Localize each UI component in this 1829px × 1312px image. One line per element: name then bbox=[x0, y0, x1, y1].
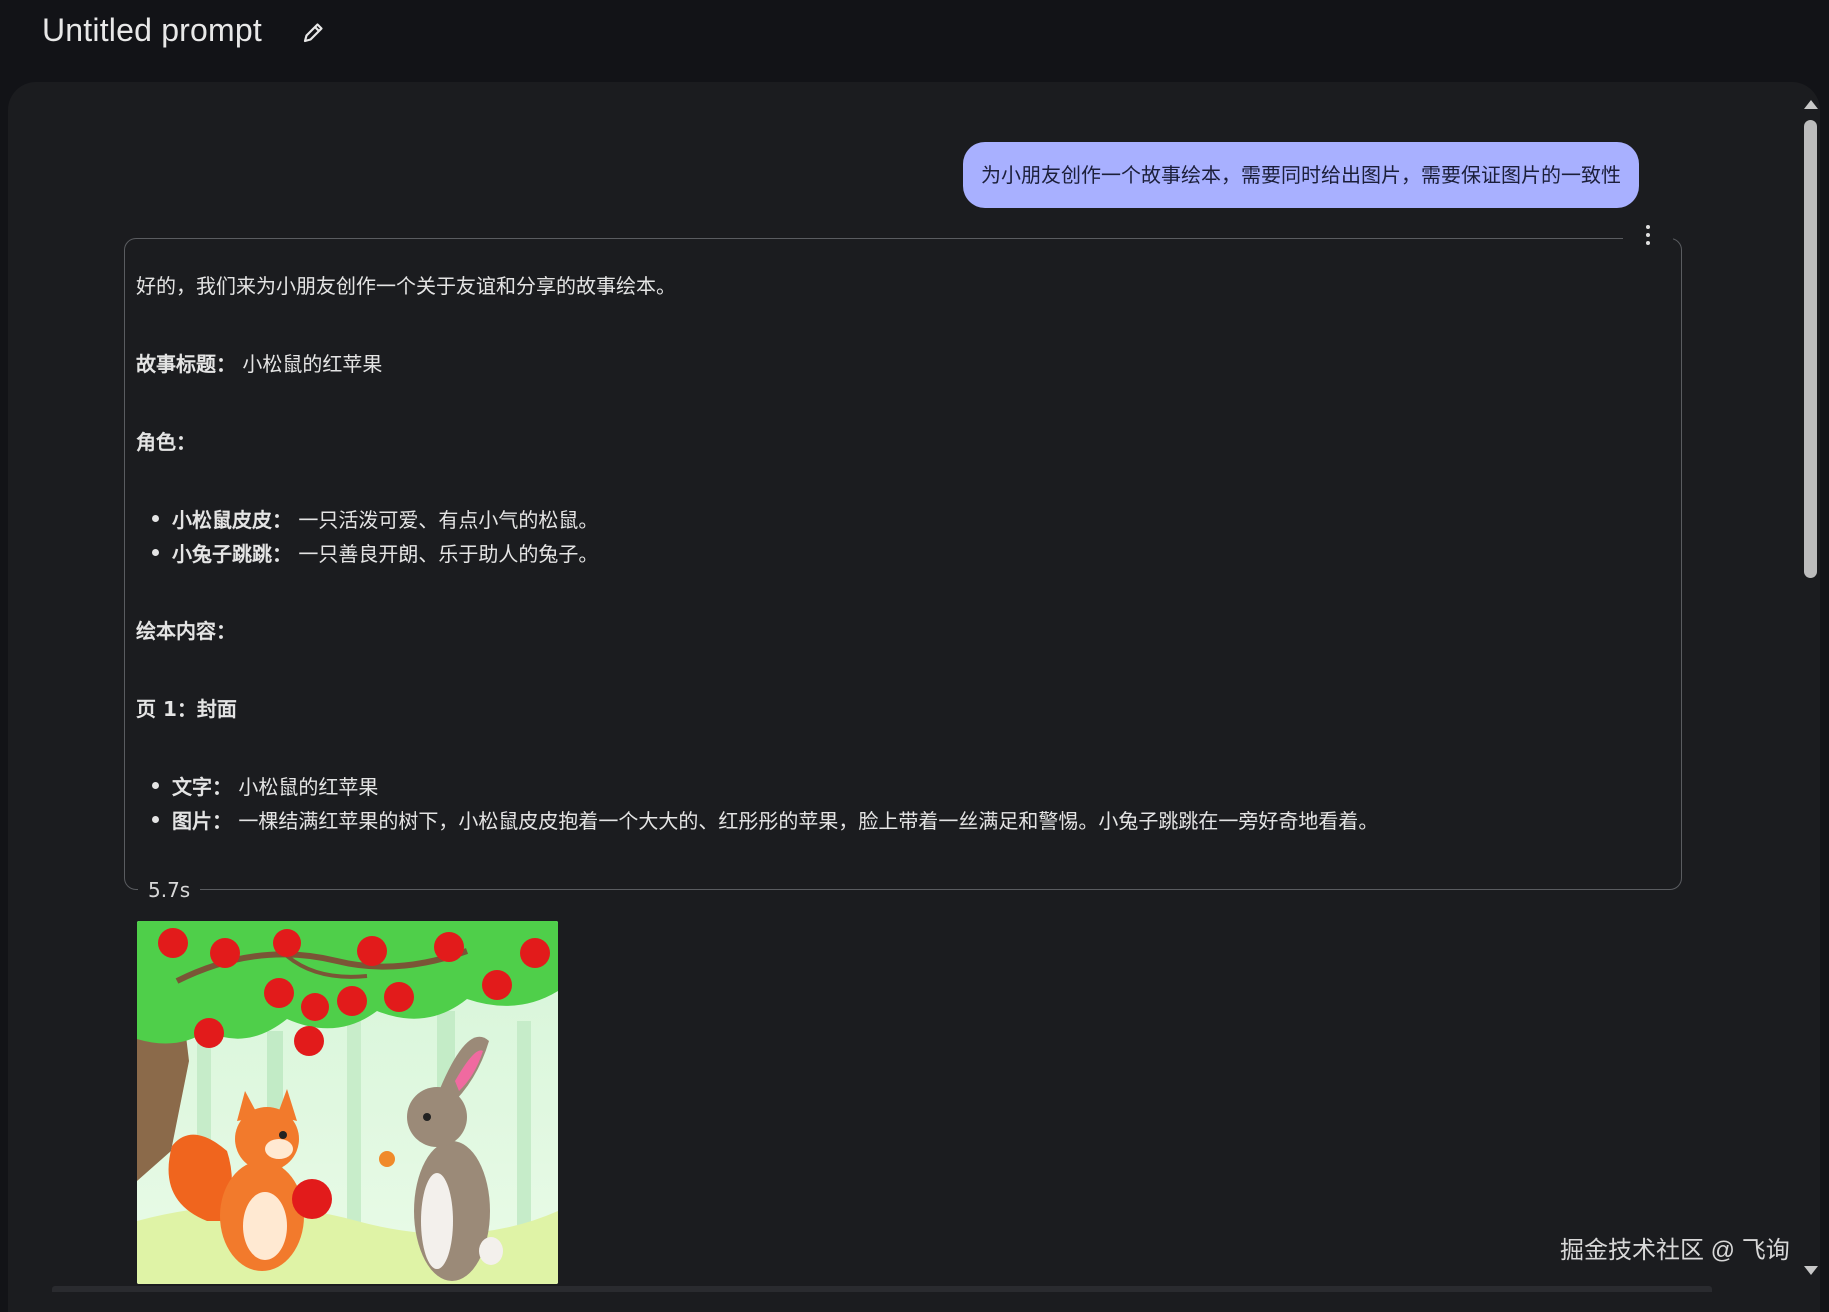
more-options-button[interactable] bbox=[1623, 220, 1673, 250]
more-vert-icon bbox=[1646, 223, 1650, 247]
character-item: 小兔子跳跳： 一只善良开朗、乐于助人的兔子。 bbox=[172, 538, 598, 567]
scroll-up-arrow-icon[interactable] bbox=[1804, 100, 1818, 109]
top-bar: Untitled prompt bbox=[0, 0, 1829, 80]
response-intro: 好的，我们来为小朋友创作一个关于友谊和分享的故事绘本。 bbox=[136, 274, 676, 298]
character-name: 小兔子跳跳： bbox=[172, 542, 292, 566]
page-item: 图片： 一棵结满红苹果的树下，小松鼠皮皮抱着一个大大的、红彤彤的苹果，脸上带着一… bbox=[172, 805, 1378, 834]
page-item-label: 图片： bbox=[172, 809, 232, 833]
page-item-text: 一棵结满红苹果的树下，小松鼠皮皮抱着一个大大的、红彤彤的苹果，脸上带着一丝满足和… bbox=[238, 809, 1379, 833]
pencil-icon bbox=[303, 23, 323, 43]
input-area-edge bbox=[52, 1286, 1712, 1292]
characters-heading: 角色： bbox=[136, 430, 196, 454]
story-title-label: 故事标题： bbox=[136, 352, 236, 376]
character-name: 小松鼠皮皮： bbox=[172, 508, 292, 532]
watermark: 掘金技术社区 @ 飞询 bbox=[1560, 1237, 1790, 1264]
page-item: 文字： 小松鼠的红苹果 bbox=[172, 771, 378, 800]
elapsed-time: 5.7s bbox=[138, 876, 201, 904]
character-desc: 一只活泼可爱、有点小气的松鼠。 bbox=[298, 508, 599, 532]
scroll-thumb[interactable] bbox=[1804, 120, 1817, 578]
bullet bbox=[152, 515, 159, 522]
scrollbar[interactable] bbox=[1798, 94, 1822, 1292]
story-title-line: 故事标题： 小松鼠的红苹果 bbox=[136, 348, 382, 377]
character-desc: 一只善良开朗、乐于助人的兔子。 bbox=[298, 542, 599, 566]
bullet bbox=[152, 549, 159, 556]
user-message: 为小朋友创作一个故事绘本，需要同时给出图片，需要保证图片的一致性 bbox=[963, 142, 1639, 208]
scroll-down-arrow-icon[interactable] bbox=[1804, 1266, 1818, 1275]
prompt-title[interactable]: Untitled prompt bbox=[42, 12, 262, 49]
character-item: 小松鼠皮皮： 一只活泼可爱、有点小气的松鼠。 bbox=[172, 504, 598, 533]
page-item-label: 文字： bbox=[172, 775, 232, 799]
content-heading: 绘本内容： bbox=[136, 619, 236, 643]
bullet bbox=[152, 816, 159, 823]
bullet bbox=[152, 782, 159, 789]
page-heading: 页 1：封面 bbox=[136, 697, 237, 721]
story-title: 小松鼠的红苹果 bbox=[242, 352, 383, 376]
edit-title-button[interactable] bbox=[298, 18, 328, 48]
squirrel-rabbit-apple-tree-image bbox=[137, 921, 558, 1284]
generated-illustration[interactable] bbox=[137, 921, 558, 1284]
page-item-text: 小松鼠的红苹果 bbox=[238, 775, 379, 799]
